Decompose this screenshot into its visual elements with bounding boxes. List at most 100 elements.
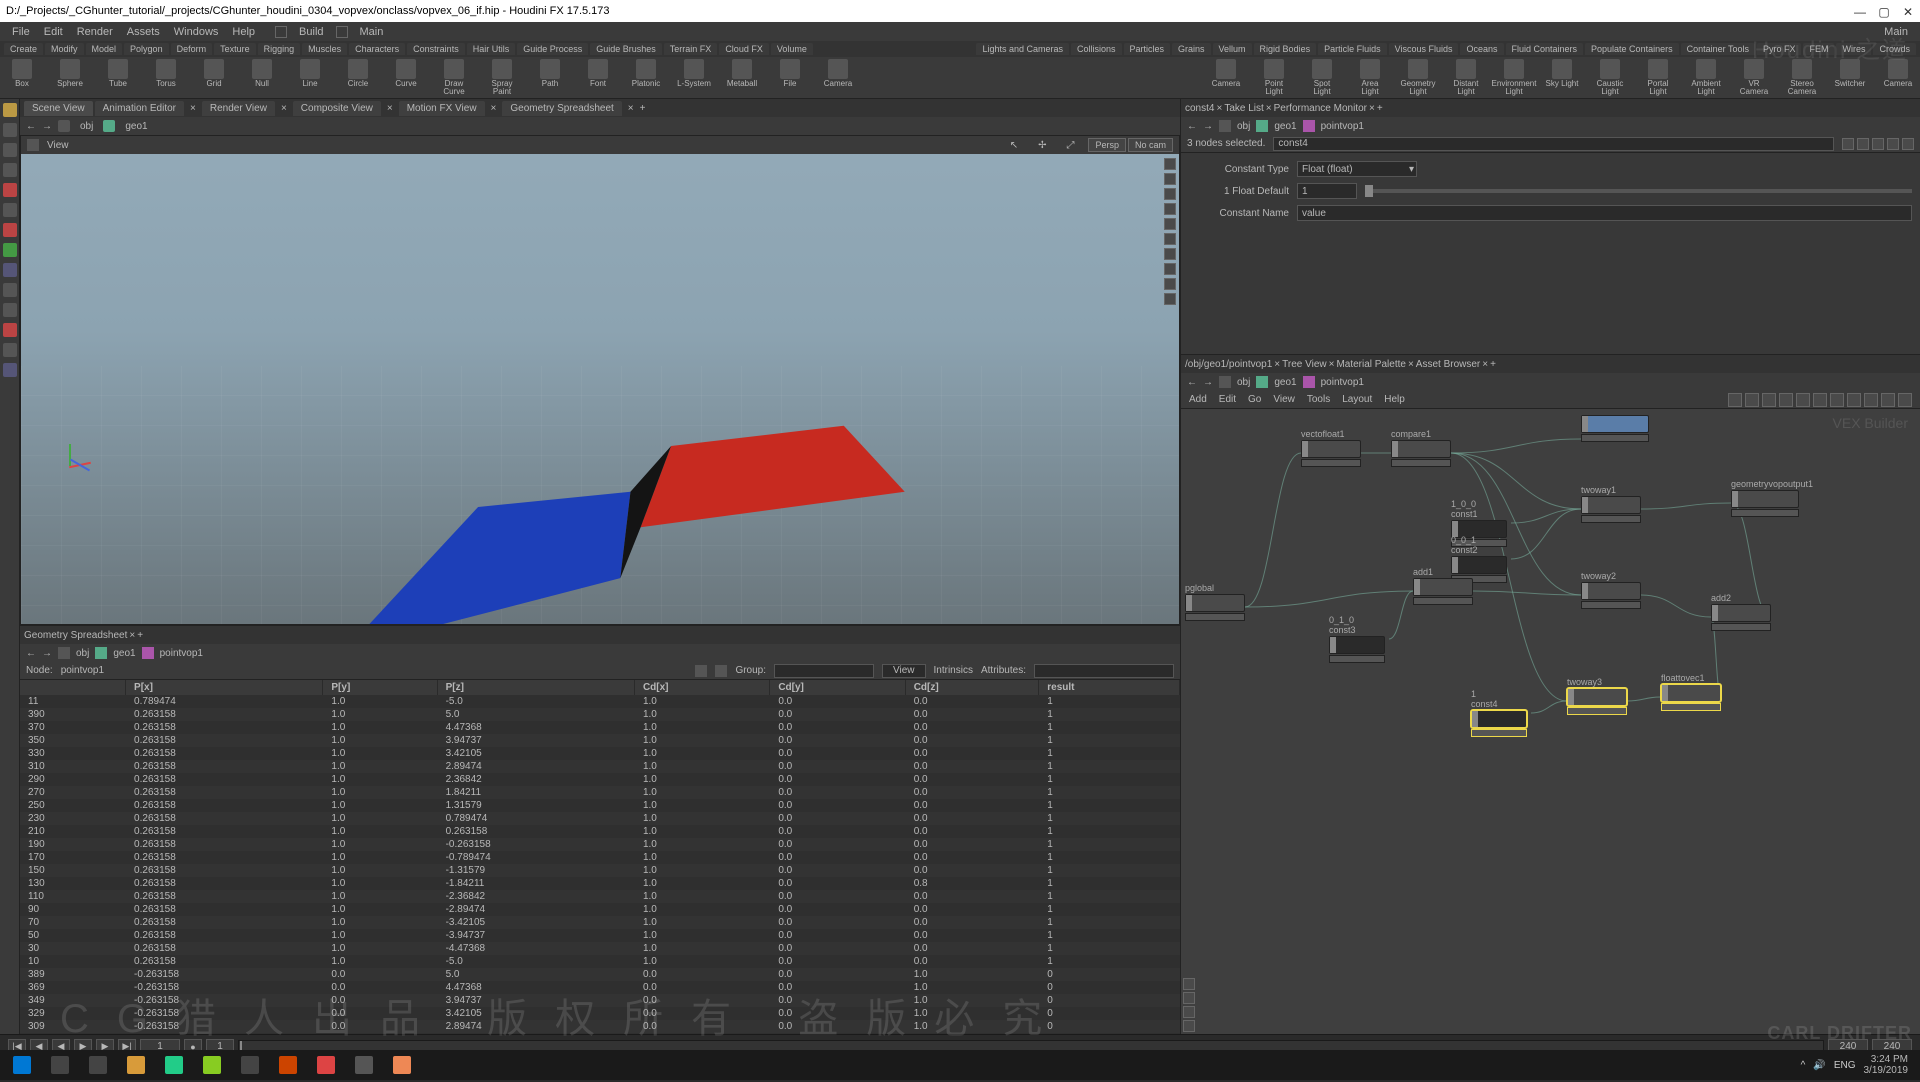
shelf-tool[interactable]: Font	[580, 59, 616, 96]
shelf-tab[interactable]: Deform	[171, 43, 213, 55]
home-icon[interactable]	[1219, 120, 1231, 132]
tool-icon[interactable]	[3, 143, 17, 157]
table-row[interactable]: 389-0.2631580.05.00.00.01.00	[20, 968, 1180, 981]
net-tool-icon[interactable]	[1728, 393, 1742, 407]
table-row[interactable]: 300.2631581.0-4.473681.00.00.01	[20, 942, 1180, 955]
shelf-tab[interactable]: Grains	[1172, 43, 1211, 55]
path-seg[interactable]: pointvop1	[160, 648, 203, 659]
shelf-tab[interactable]: Pyro FX	[1757, 43, 1802, 55]
path-obj[interactable]: obj	[76, 121, 97, 132]
scope-icon[interactable]	[715, 665, 727, 677]
vop-node[interactable]: twoway1	[1581, 485, 1641, 523]
shelf-tool[interactable]: L-System	[676, 59, 712, 96]
net-tab-path[interactable]: /obj/geo1/pointvop1	[1185, 359, 1272, 370]
tool-icon[interactable]	[1164, 293, 1176, 305]
table-row[interactable]: 2300.2631581.00.7894741.00.00.01	[20, 812, 1180, 825]
net-tool-icon[interactable]	[1881, 393, 1895, 407]
nav-icon[interactable]	[1183, 992, 1195, 1004]
shelf-tab[interactable]: Guide Process	[517, 43, 588, 55]
table-header[interactable]: Cd[z]	[905, 680, 1039, 695]
table-row[interactable]: 2900.2631581.02.368421.00.00.01	[20, 773, 1180, 786]
net-tool-icon[interactable]	[1864, 393, 1878, 407]
net-tool-icon[interactable]	[1847, 393, 1861, 407]
table-row[interactable]: 700.2631581.0-3.421051.00.00.01	[20, 916, 1180, 929]
shelf-tool[interactable]: Caustic Light	[1592, 59, 1628, 96]
shelf-tool[interactable]: Box	[4, 59, 40, 96]
nav-icon[interactable]	[1183, 978, 1195, 990]
shelf-tab[interactable]: Fluid Containers	[1506, 43, 1584, 55]
tool-icon[interactable]	[3, 243, 17, 257]
shelf-tab[interactable]: Container Tools	[1681, 43, 1755, 55]
add-tab[interactable]: +	[1490, 359, 1496, 370]
path-seg[interactable]: obj	[76, 648, 89, 659]
net-tool-icon[interactable]	[1796, 393, 1810, 407]
shelf-tool[interactable]: Sky Light	[1544, 59, 1580, 96]
nav-icon[interactable]	[1183, 1006, 1195, 1018]
tool-icon[interactable]	[3, 323, 17, 337]
tool-icon[interactable]	[1164, 158, 1176, 170]
nav-fwd-icon[interactable]: →	[1203, 121, 1213, 132]
shelf-tab[interactable]: Volume	[771, 43, 813, 55]
shelf-tool[interactable]: Spot Light	[1304, 59, 1340, 96]
menu-assets[interactable]: Assets	[121, 24, 166, 40]
net-menu-layout[interactable]: Layout	[1342, 394, 1372, 405]
help-icon[interactable]	[1872, 138, 1884, 150]
menu-edit[interactable]: Edit	[38, 24, 69, 40]
shelf-tool[interactable]: File	[772, 59, 808, 96]
tool-icon[interactable]	[1164, 203, 1176, 215]
tool-icon[interactable]	[1164, 218, 1176, 230]
path-seg[interactable]: obj	[1237, 121, 1250, 132]
table-header[interactable]: P[x]	[126, 680, 323, 695]
net-menu-go[interactable]: Go	[1248, 394, 1261, 405]
table-header[interactable]: result	[1039, 680, 1180, 695]
intrinsics-dropdown[interactable]: Intrinsics	[934, 665, 973, 676]
shelf-tool[interactable]: Camera	[1880, 59, 1916, 96]
tab-takelist[interactable]: Take List	[1224, 103, 1263, 114]
shelf-tool[interactable]: Spray Paint	[484, 59, 520, 96]
tool-icon[interactable]	[1164, 188, 1176, 200]
shelf-tool[interactable]: Platonic	[628, 59, 664, 96]
shelf-tab[interactable]: Rigid Bodies	[1254, 43, 1317, 55]
app-button[interactable]	[194, 1052, 230, 1078]
table-row[interactable]: 369-0.2631580.04.473680.00.01.00	[20, 981, 1180, 994]
explorer-button[interactable]	[118, 1052, 154, 1078]
parm-slider[interactable]	[1365, 189, 1912, 193]
shelf-tab[interactable]: Create	[4, 43, 43, 55]
vop-node[interactable]: geometryvopoutput1	[1731, 479, 1813, 517]
add-tab[interactable]: +	[640, 103, 646, 114]
lock-icon[interactable]	[3, 183, 17, 197]
net-tab-mat[interactable]: Material Palette	[1336, 359, 1405, 370]
shelf-tool[interactable]: Camera	[820, 59, 856, 96]
menu-windows[interactable]: Windows	[168, 24, 225, 40]
shelf-tab[interactable]: Lights and Cameras	[976, 43, 1069, 55]
tool-icon[interactable]	[3, 103, 17, 117]
tab-motion[interactable]: Motion FX View	[399, 101, 485, 116]
tool-icon[interactable]	[3, 303, 17, 317]
table-row[interactable]: 309-0.2631580.02.894740.00.01.00	[20, 1020, 1180, 1033]
menu-file[interactable]: File	[6, 24, 36, 40]
shelf-tab[interactable]: Collisions	[1071, 43, 1122, 55]
viewport[interactable]: View ↖ ✢ ⤢ Persp No cam	[20, 135, 1180, 625]
menu-render[interactable]: Render	[71, 24, 119, 40]
tool-icon[interactable]	[1164, 173, 1176, 185]
app-button[interactable]	[308, 1052, 344, 1078]
table-row[interactable]: 329-0.2631580.03.421050.00.01.00	[20, 1007, 1180, 1020]
tab-geo-ss[interactable]: Geometry Spreadsheet	[502, 101, 621, 116]
vop-node[interactable]: add1	[1413, 567, 1473, 605]
pin-icon[interactable]	[1857, 138, 1869, 150]
net-tool-icon[interactable]	[1779, 393, 1793, 407]
parm-value[interactable]: 1	[1297, 183, 1357, 199]
shelf-tool[interactable]: Environment Light	[1496, 59, 1532, 96]
net-menu-tools[interactable]: Tools	[1307, 394, 1330, 405]
shelf-tab[interactable]: Modify	[45, 43, 84, 55]
tool-icon[interactable]	[1164, 263, 1176, 275]
net-menu-edit[interactable]: Edit	[1219, 394, 1236, 405]
table-row[interactable]: 3900.2631581.05.01.00.00.01	[20, 708, 1180, 721]
table-row[interactable]: 500.2631581.0-3.947371.00.00.01	[20, 929, 1180, 942]
tab-scene-view[interactable]: Scene View	[24, 101, 93, 116]
vop-node[interactable]	[1581, 415, 1649, 442]
shelf-tab[interactable]: Model	[86, 43, 123, 55]
path-seg[interactable]: geo1	[113, 648, 135, 659]
table-row[interactable]: 900.2631581.0-2.894741.00.00.01	[20, 903, 1180, 916]
table-row[interactable]: 2500.2631581.01.315791.00.00.01	[20, 799, 1180, 812]
